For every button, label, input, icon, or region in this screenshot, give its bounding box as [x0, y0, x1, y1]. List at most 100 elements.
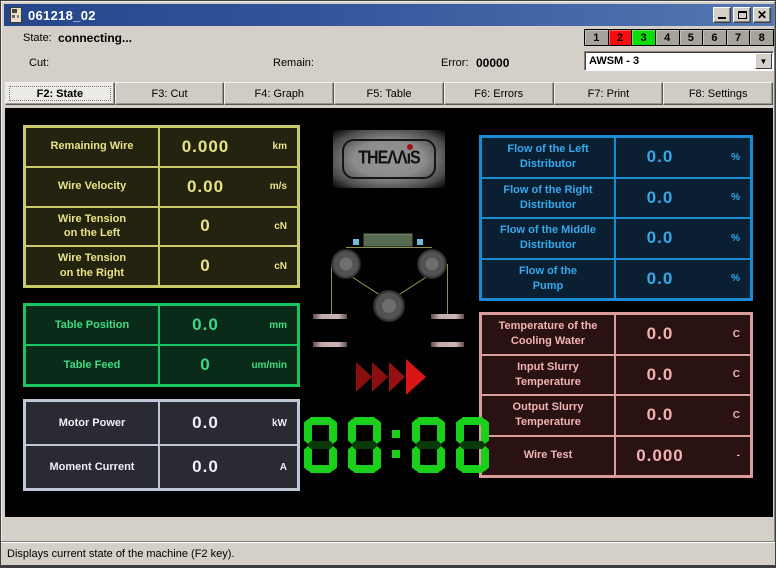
row-label: Wire Tension on the Right — [26, 247, 160, 285]
row-label: Moment Current — [26, 446, 160, 488]
indicator-2[interactable]: 2 — [608, 29, 633, 46]
row-value: 0.0 — [616, 228, 704, 248]
indicator-4[interactable]: 4 — [655, 29, 680, 46]
pipe — [431, 314, 464, 319]
feed-arrow — [389, 362, 405, 392]
table-row: Motor Power 0.0kW — [26, 402, 297, 446]
application-window: 061218_02 ✕ State: connecting... Cut: Re… — [0, 0, 776, 568]
row-unit: C — [704, 329, 750, 340]
row-label: Table Feed — [26, 346, 160, 384]
row-label: Remaining Wire — [26, 128, 160, 166]
table-row: Flow of the Right Distributor 0.0% — [482, 179, 750, 220]
row-unit: % — [704, 273, 750, 284]
row-unit: A — [251, 462, 297, 473]
row-label: Flow of the Middle Distributor — [482, 219, 616, 258]
row-value: 0.00 — [160, 177, 251, 197]
row-value: 0.0 — [160, 457, 251, 477]
minimize-icon — [718, 11, 726, 19]
left-pulley — [331, 249, 361, 279]
tab-bar: F2: State F3: Cut F4: Graph F5: Table F6… — [5, 82, 773, 105]
maximize-icon — [738, 11, 747, 19]
app-icon — [8, 7, 24, 23]
row-unit: - — [704, 450, 750, 461]
table-row: Temperature of the Cooling Water 0.0C — [482, 315, 750, 356]
tab-settings[interactable]: F8: Settings — [663, 82, 773, 105]
row-label: Flow of the Left Distributor — [482, 138, 616, 177]
row-label: Input Slurry Temperature — [482, 356, 616, 395]
row-unit: % — [704, 152, 750, 163]
indicator-3[interactable]: 3 — [631, 29, 656, 46]
row-unit: um/min — [251, 360, 297, 371]
feed-arrow — [372, 362, 388, 392]
close-button[interactable]: ✕ — [753, 7, 771, 23]
channel-indicators: 1 2 3 4 5 6 7 8 — [584, 29, 774, 46]
indicator-6[interactable]: 6 — [702, 29, 727, 46]
pipe — [313, 314, 347, 319]
table-row: Flow of the Pump 0.0% — [482, 260, 750, 299]
close-icon: ✕ — [757, 9, 767, 21]
maximize-button[interactable] — [733, 7, 751, 23]
row-value: 0.000 — [160, 137, 251, 157]
row-label: Wire Velocity — [26, 168, 160, 206]
tab-errors[interactable]: F6: Errors — [444, 82, 554, 105]
row-value: 0.0 — [616, 188, 704, 208]
error-value: 00000 — [476, 56, 509, 70]
row-value: 0.0 — [160, 413, 251, 433]
row-unit: % — [704, 192, 750, 203]
row-value: 0.0 — [616, 365, 704, 385]
left-guide — [353, 239, 359, 245]
tab-print[interactable]: F7: Print — [554, 82, 664, 105]
row-label: Motor Power — [26, 402, 160, 444]
tab-table[interactable]: F5: Table — [334, 82, 444, 105]
row-label: Output Slurry Temperature — [482, 396, 616, 435]
row-value: 0.0 — [616, 324, 704, 344]
indicator-5[interactable]: 5 — [679, 29, 704, 46]
minimize-button[interactable] — [713, 7, 731, 23]
table-row: Wire Tension on the Left 0cN — [26, 208, 297, 248]
status-text: Displays current state of the machine (F… — [7, 548, 234, 560]
cut-label: Cut: — [29, 57, 49, 69]
row-unit: cN — [251, 261, 297, 272]
row-label: Flow of the Right Distributor — [482, 179, 616, 218]
indicator-8[interactable]: 8 — [749, 29, 774, 46]
row-label: Wire Tension on the Left — [26, 208, 160, 246]
table-row: Remaining Wire 0.000km — [26, 128, 297, 168]
chevron-down-icon: ▼ — [760, 57, 768, 66]
pipe — [313, 342, 347, 347]
motor-panel: Motor Power 0.0kW Moment Current 0.0A — [23, 399, 300, 491]
table-row: Wire Velocity 0.00m/s — [26, 168, 297, 208]
machine-selector[interactable]: AWSM - 3 ▼ — [584, 51, 774, 71]
table-row: Output Slurry Temperature 0.0C — [482, 396, 750, 437]
process-timer — [304, 417, 500, 473]
indicator-1[interactable]: 1 — [584, 29, 609, 46]
table-row: Table Feed 0um/min — [26, 346, 297, 384]
row-unit: km — [251, 141, 297, 152]
row-label: Temperature of the Cooling Water — [482, 315, 616, 354]
remain-label: Remain: — [273, 57, 314, 69]
tab-cut[interactable]: F3: Cut — [115, 82, 225, 105]
table-row: Moment Current 0.0A — [26, 446, 297, 488]
error-label: Error: — [441, 57, 469, 69]
row-unit: m/s — [251, 181, 297, 192]
bottom-pulley — [373, 290, 405, 322]
tab-state[interactable]: F2: State — [5, 82, 115, 105]
feed-arrow — [406, 359, 426, 395]
row-unit: cN — [251, 221, 297, 232]
row-label: Table Position — [26, 306, 160, 344]
feed-arrow — [356, 362, 372, 392]
wire-panel: Remaining Wire 0.000km Wire Velocity 0.0… — [23, 125, 300, 288]
row-value: 0 — [160, 256, 251, 276]
dropdown-button[interactable]: ▼ — [755, 53, 772, 69]
state-label: State: — [23, 32, 52, 44]
title-bar: 061218_02 ✕ — [4, 4, 774, 26]
row-unit: C — [704, 369, 750, 380]
themis-logo: THEΛΛıS — [333, 130, 445, 188]
row-unit: mm — [251, 320, 297, 331]
row-label: Flow of the Pump — [482, 260, 616, 299]
tab-graph[interactable]: F4: Graph — [224, 82, 334, 105]
table-row: Wire Test 0.000- — [482, 437, 750, 476]
workpiece — [363, 233, 413, 247]
indicator-7[interactable]: 7 — [726, 29, 751, 46]
flow-panel: Flow of the Left Distributor 0.0% Flow o… — [479, 135, 753, 301]
window-title: 061218_02 — [28, 8, 96, 23]
